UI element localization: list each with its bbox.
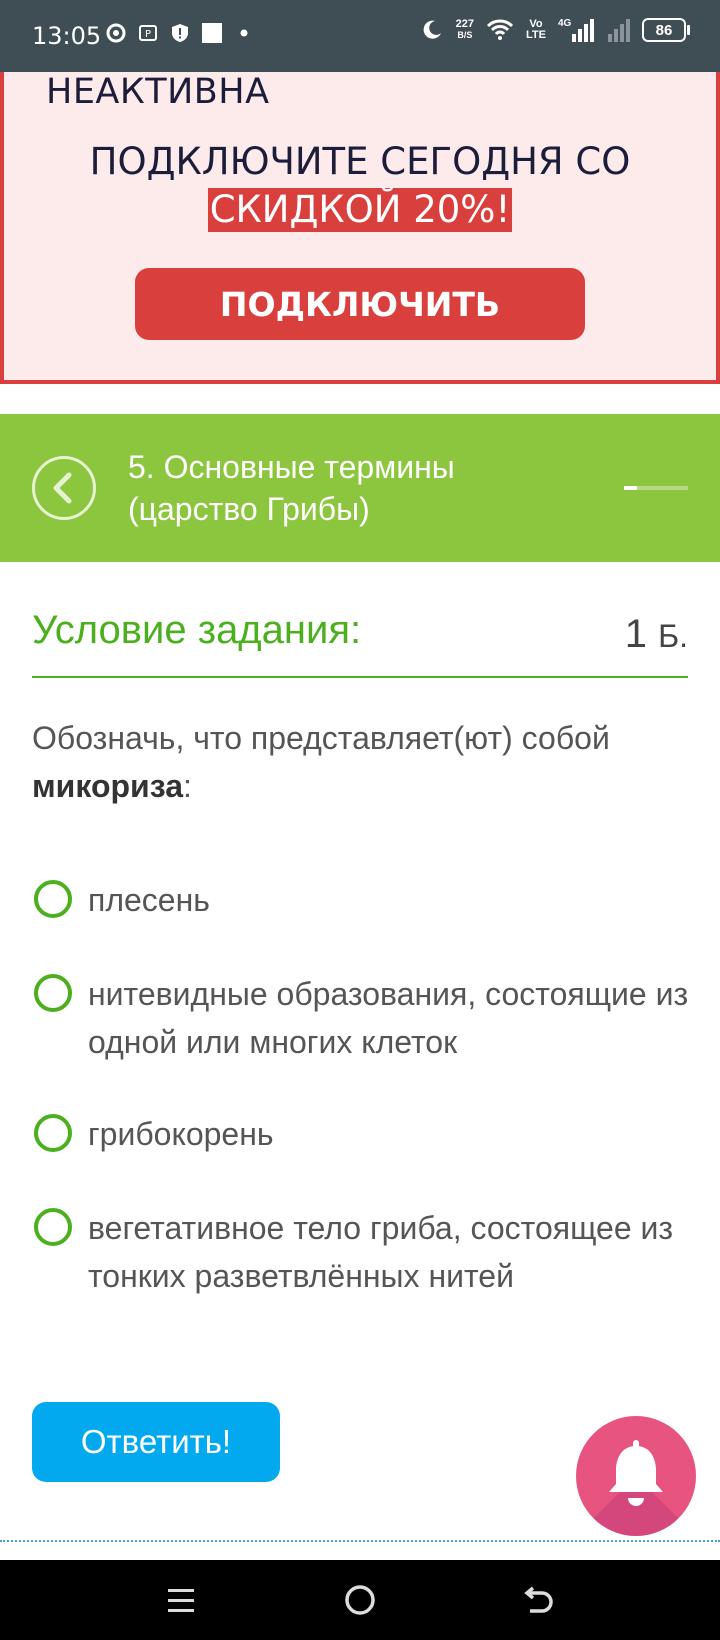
battery-icon: 86 [642, 18, 690, 42]
moon-icon [423, 20, 441, 39]
question-text: Обозначь, что представляет(ют) собой мик… [32, 720, 610, 804]
radio-button[interactable] [34, 1208, 72, 1246]
option-label: вегетативное тело гриба, состоящее из то… [88, 1210, 674, 1294]
topic-title: 5. Основные термины (царство Грибы) [128, 449, 455, 527]
wifi-icon [486, 19, 514, 40]
net-speed: 227 B/S [455, 18, 475, 41]
topic-progress [624, 486, 688, 490]
topic-header: 5. Основные термины (царство Грибы) [0, 414, 720, 562]
subscribe-button[interactable]: ПОДКЛЮЧИТЬ [135, 268, 585, 340]
back-icon[interactable] [522, 1585, 556, 1615]
shield-alert-icon [172, 24, 188, 42]
network-type: 4G [558, 18, 572, 29]
radio-button[interactable] [34, 974, 72, 1012]
task-header: Условие задания: 1 Б. [32, 608, 688, 678]
bell-icon [609, 1440, 663, 1506]
notifications-button[interactable] [576, 1416, 696, 1536]
task-title: Условие задания: [32, 608, 362, 652]
status-time: 13:05 [32, 22, 102, 50]
submit-answer-button[interactable]: Ответить! [32, 1402, 280, 1482]
square-icon [202, 23, 222, 43]
dot-icon [240, 29, 248, 37]
task-points: 1 Б. [624, 612, 688, 656]
chevron-left-icon [53, 472, 72, 504]
promo-discount: СКИДКОЙ 20%! [207, 188, 513, 232]
radio-button[interactable] [34, 880, 72, 918]
menu-icon[interactable] [166, 1586, 196, 1616]
radio-button[interactable] [34, 1114, 72, 1152]
signal-empty-icon [608, 19, 630, 42]
home-icon[interactable] [343, 1583, 377, 1617]
divider [0, 1540, 720, 1542]
system-nav-bar [0, 1560, 720, 1640]
topic-progress-fill [624, 486, 637, 490]
status-bar: 13:05 P 227 B/S Vo LTE 4G 86 [0, 0, 720, 72]
promo-headline: ПОДКЛЮЧИТЕ СЕГОДНЯ СО [89, 140, 631, 183]
back-button[interactable] [32, 456, 96, 520]
chrome-icon [106, 23, 126, 43]
question-term: микориза [32, 768, 183, 804]
svg-text:P: P [145, 29, 151, 40]
option-label: плесень [88, 882, 210, 918]
battery-level: 86 [642, 18, 686, 42]
parking-icon: P [139, 25, 157, 41]
volte-indicator: Vo LTE [526, 18, 546, 41]
option-label: нитевидные образования, состоящие из одн… [88, 976, 689, 1060]
option-label: грибокорень [88, 1116, 274, 1152]
promo-banner: НЕАКТИВНА ПОДКЛЮЧИТЕ СЕГОДНЯ СО СКИДКОЙ … [0, 72, 720, 384]
subscription-status: НЕАКТИВНА [46, 72, 270, 112]
